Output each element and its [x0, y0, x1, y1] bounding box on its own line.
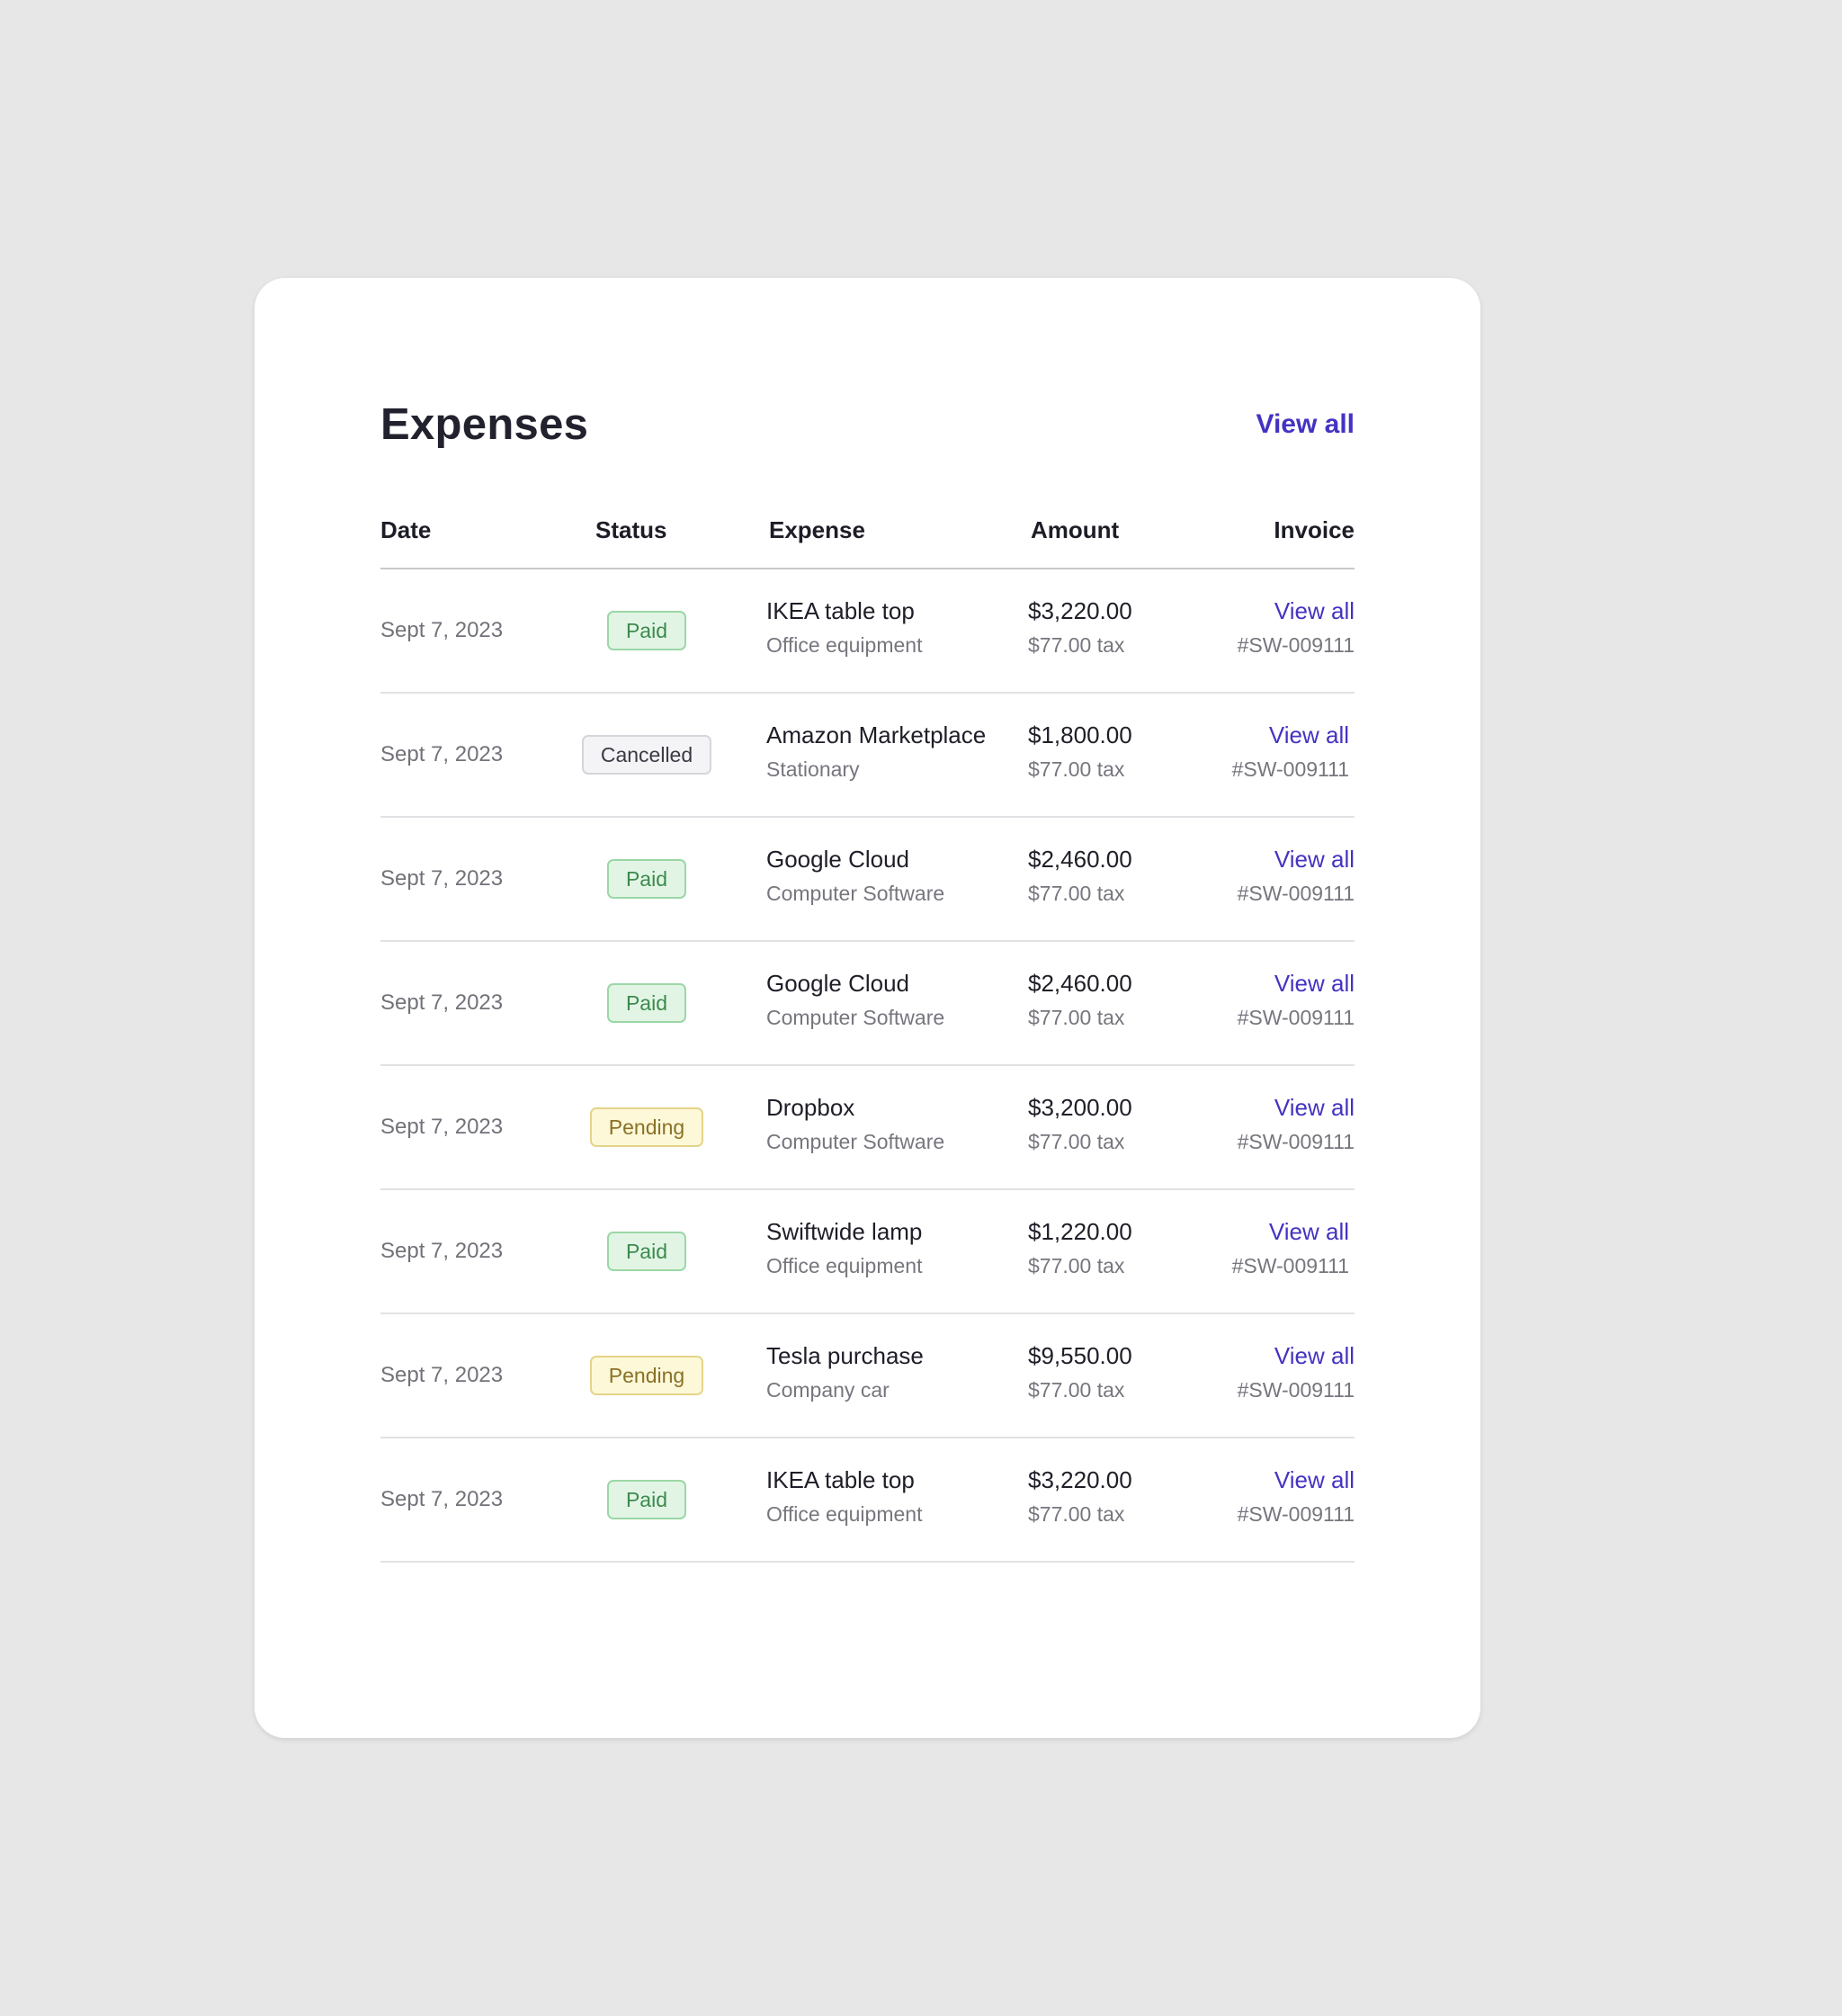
expenses-table-body: Sept 7, 2023 Paid IKEA table top Office … — [380, 569, 1355, 1563]
expense-tax: $77.00 tax — [1028, 633, 1125, 657]
table-row[interactable]: Sept 7, 2023 Pending Dropbox Computer So… — [380, 1066, 1355, 1190]
expense-date: Sept 7, 2023 — [380, 1239, 504, 1263]
expense-date: Sept 7, 2023 — [380, 866, 504, 891]
status-cell: Paid — [558, 942, 736, 1064]
column-header-status: Status — [595, 516, 667, 543]
expense-tax: $77.00 tax — [1028, 1006, 1125, 1029]
expense-category: Office equipment — [766, 1502, 923, 1526]
expense-amount: $1,800.00 — [1028, 721, 1132, 748]
invoice-number: #SW-009111 — [1237, 1006, 1355, 1029]
column-header-invoice: Invoice — [1274, 516, 1355, 543]
expense-amount: $2,460.00 — [1028, 846, 1132, 873]
expense-amount: $3,200.00 — [1028, 1094, 1132, 1121]
status-cell: Pending — [558, 1066, 736, 1188]
invoice-view-all-link[interactable]: View all — [1274, 967, 1355, 999]
invoice-number: #SW-009111 — [1231, 757, 1349, 781]
expense-tax: $77.00 tax — [1028, 1378, 1125, 1402]
table-row[interactable]: Sept 7, 2023 Paid Google Cloud Computer … — [380, 818, 1355, 942]
card-header: Expenses View all — [380, 393, 1355, 456]
status-cell: Paid — [558, 1190, 736, 1313]
invoice-view-all-link[interactable]: View all — [1269, 1215, 1349, 1248]
expense-name: Tesla purchase — [766, 1342, 924, 1369]
invoice-cell: View all #SW-009111 — [1157, 1066, 1355, 1188]
column-header-amount: Amount — [1031, 516, 1120, 543]
expense-tax: $77.00 tax — [1028, 1502, 1125, 1526]
expense-date: Sept 7, 2023 — [380, 1363, 504, 1387]
expense-category: Computer Software — [766, 1130, 945, 1153]
expense-name: Dropbox — [766, 1094, 855, 1121]
invoice-cell: View all #SW-009111 — [1157, 569, 1355, 692]
table-header: Date Status Expense Amount Invoice — [380, 508, 1355, 569]
view-all-link[interactable]: View all — [1256, 393, 1355, 456]
expense-date: Sept 7, 2023 — [380, 742, 504, 766]
expense-tax: $77.00 tax — [1028, 1254, 1125, 1277]
status-badge: Paid — [606, 983, 687, 1023]
invoice-view-all-link[interactable]: View all — [1274, 595, 1355, 627]
expense-name: Swiftwide lamp — [766, 1218, 923, 1245]
status-cell: Paid — [558, 1438, 736, 1561]
status-badge: Cancelled — [581, 735, 712, 775]
expense-name: Google Cloud — [766, 970, 909, 997]
expense-amount: $2,460.00 — [1028, 970, 1132, 997]
invoice-number: #SW-009111 — [1237, 1130, 1355, 1153]
status-cell: Paid — [558, 569, 736, 692]
status-badge: Paid — [606, 1232, 687, 1271]
table-row[interactable]: Sept 7, 2023 Paid Google Cloud Computer … — [380, 942, 1355, 1066]
expense-tax: $77.00 tax — [1028, 882, 1125, 905]
invoice-cell: View all #SW-009111 — [1151, 1190, 1349, 1313]
invoice-view-all-link[interactable]: View all — [1274, 843, 1355, 875]
status-cell: Pending — [558, 1314, 736, 1437]
invoice-number: #SW-009111 — [1237, 882, 1355, 905]
invoice-number: #SW-009111 — [1237, 1378, 1355, 1402]
page-title: Expenses — [380, 400, 589, 449]
status-badge: Paid — [606, 611, 687, 650]
status-badge: Pending — [589, 1107, 704, 1147]
table-row[interactable]: Sept 7, 2023 Pending Tesla purchase Comp… — [380, 1314, 1355, 1438]
column-header-expense: Expense — [769, 516, 865, 543]
invoice-view-all-link[interactable]: View all — [1269, 719, 1349, 751]
expense-category: Stationary — [766, 757, 860, 781]
table-row[interactable]: Sept 7, 2023 Paid IKEA table top Office … — [380, 1438, 1355, 1563]
expense-category: Company car — [766, 1378, 890, 1402]
expense-category: Office equipment — [766, 1254, 923, 1277]
expenses-card: Expenses View all Date Status Expense Am… — [255, 278, 1480, 1738]
invoice-cell: View all #SW-009111 — [1157, 818, 1355, 940]
invoice-number: #SW-009111 — [1237, 1502, 1355, 1526]
invoice-number: #SW-009111 — [1231, 1254, 1349, 1277]
status-badge: Paid — [606, 1480, 687, 1519]
expense-name: IKEA table top — [766, 1466, 915, 1493]
expense-date: Sept 7, 2023 — [380, 990, 504, 1015]
expense-name: IKEA table top — [766, 597, 915, 624]
expense-tax: $77.00 tax — [1028, 757, 1125, 781]
expense-amount: $9,550.00 — [1028, 1342, 1132, 1369]
expense-date: Sept 7, 2023 — [380, 618, 504, 642]
expense-amount: $3,220.00 — [1028, 1466, 1132, 1493]
invoice-view-all-link[interactable]: View all — [1274, 1340, 1355, 1372]
column-header-date: Date — [380, 516, 432, 543]
expense-name: Google Cloud — [766, 846, 909, 873]
expense-amount: $3,220.00 — [1028, 597, 1132, 624]
expense-amount: $1,220.00 — [1028, 1218, 1132, 1245]
expense-tax: $77.00 tax — [1028, 1130, 1125, 1153]
status-cell: Cancelled — [558, 694, 736, 816]
expense-category: Office equipment — [766, 633, 923, 657]
expense-category: Computer Software — [766, 1006, 945, 1029]
expense-name: Amazon Marketplace — [766, 721, 987, 748]
invoice-number: #SW-009111 — [1237, 633, 1355, 657]
expense-date: Sept 7, 2023 — [380, 1487, 504, 1511]
status-cell: Paid — [558, 818, 736, 940]
invoice-cell: View all #SW-009111 — [1157, 1438, 1355, 1561]
expense-category: Computer Software — [766, 882, 945, 905]
invoice-cell: View all #SW-009111 — [1157, 942, 1355, 1064]
table-row[interactable]: Sept 7, 2023 Paid IKEA table top Office … — [380, 569, 1355, 694]
invoice-cell: View all #SW-009111 — [1157, 1314, 1355, 1437]
invoice-cell: View all #SW-009111 — [1151, 694, 1349, 816]
expense-date: Sept 7, 2023 — [380, 1115, 504, 1139]
table-row[interactable]: Sept 7, 2023 Paid Swiftwide lamp Office … — [380, 1190, 1355, 1314]
table-row[interactable]: Sept 7, 2023 Cancelled Amazon Marketplac… — [380, 694, 1355, 818]
status-badge: Paid — [606, 859, 687, 899]
invoice-view-all-link[interactable]: View all — [1274, 1091, 1355, 1124]
status-badge: Pending — [589, 1356, 704, 1395]
invoice-view-all-link[interactable]: View all — [1274, 1464, 1355, 1496]
